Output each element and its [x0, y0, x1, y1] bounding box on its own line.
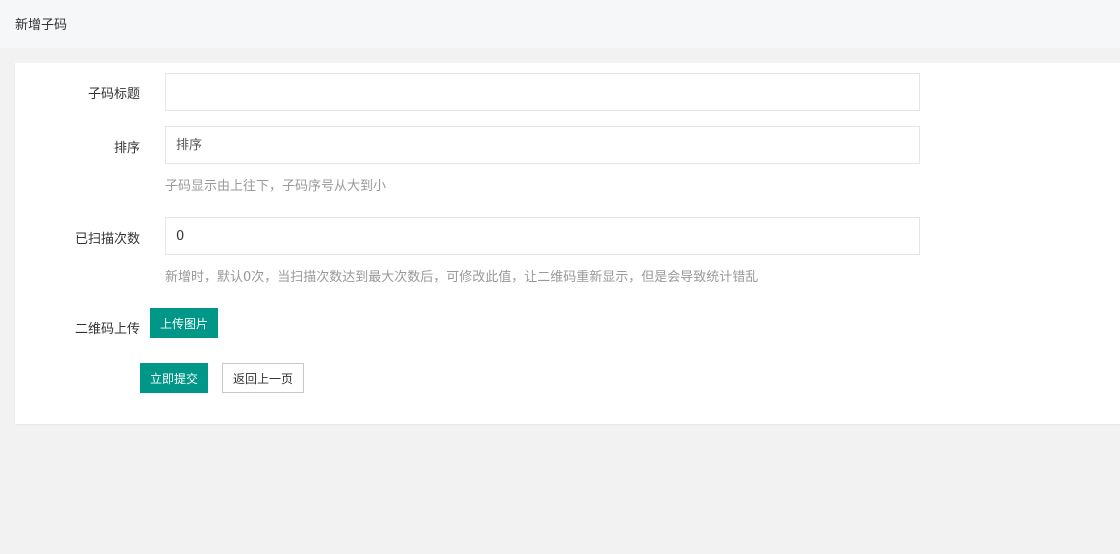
scan-count-hint: 新增时，默认0次，当扫描次数达到最大次数后，可修改此值，让二维码重新显示，但是会… [165, 270, 759, 285]
form-card: 子码标题 排序 子码显示由上往下，子码序号从大到小 已扫描次数 新增时，默认0次… [15, 63, 1120, 424]
scan-count-input[interactable] [165, 217, 920, 255]
sort-hint: 子码显示由上往下，子码序号从大到小 [165, 179, 387, 194]
upload-image-button[interactable]: 上传图片 [150, 308, 219, 338]
sort-label: 排序 [113, 141, 140, 156]
qr-upload-label: 二维码上传 [74, 322, 140, 337]
back-button[interactable]: 返回上一页 [222, 363, 305, 393]
page-title: 新增子码 [15, 18, 68, 33]
submit-button[interactable]: 立即提交 [140, 363, 209, 393]
scan-count-label: 已扫描次数 [74, 232, 140, 247]
subcode-title-label: 子码标题 [87, 87, 140, 102]
sort-input[interactable] [165, 126, 920, 164]
page-header: 新增子码 [0, 0, 1120, 48]
subcode-title-input[interactable] [165, 73, 920, 111]
